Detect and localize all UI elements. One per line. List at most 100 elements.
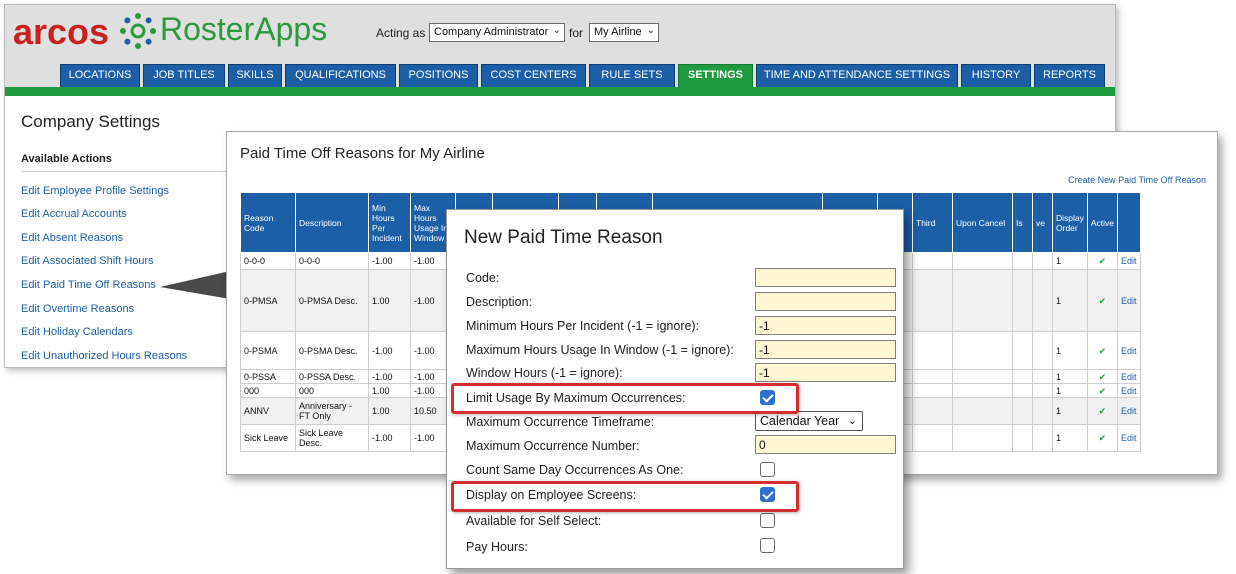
acting-as-label: Acting as (376, 26, 426, 40)
min-hours-cell: -1.00 (368, 252, 411, 270)
reason-code-cell: ANNV (240, 397, 296, 425)
active-check-icon: ✔ (1086, 331, 1119, 370)
gear-logo-icon (120, 13, 156, 49)
tab-history[interactable]: HISTORY (961, 64, 1031, 87)
reason-code-cell: 0-PMSA (240, 269, 296, 332)
reason-code-cell: Sick Leave (240, 424, 296, 452)
action-link-accrual-accounts[interactable]: Edit Accrual Accounts (21, 208, 127, 220)
table-cell (1032, 383, 1053, 398)
edit-link[interactable]: Edit (1117, 331, 1141, 370)
table-cell (1012, 269, 1033, 332)
column-header: Description (295, 192, 369, 253)
description-cell: 000 (295, 383, 369, 398)
active-check-icon: ✔ (1086, 383, 1119, 398)
column-header: Min Hours Per Incident (368, 192, 411, 253)
table-cell (912, 369, 953, 384)
timeframe-label: Maximum Occurrence Timeframe: (466, 415, 655, 429)
tab-rule-sets[interactable]: RULE SETS (589, 64, 675, 87)
display-order-cell: 1 (1052, 269, 1088, 332)
min-hours-cell: 1.00 (368, 397, 411, 425)
action-link-paid-time-off-reasons[interactable]: Edit Paid Time Off Reasons (21, 279, 156, 291)
tab-skills[interactable]: SKILLS (228, 64, 282, 87)
count-same-day-checkbox[interactable] (760, 462, 775, 477)
table-cell (952, 369, 1013, 384)
description-cell: 0-0-0 (295, 252, 369, 270)
reason-code-cell: 0-0-0 (240, 252, 296, 270)
column-header (1117, 192, 1141, 253)
self-select-label: Available for Self Select: (466, 514, 602, 528)
table-cell (1012, 369, 1033, 384)
edit-link[interactable]: Edit (1117, 369, 1141, 384)
min-hours-input[interactable] (755, 316, 896, 335)
table-cell (912, 424, 953, 452)
timeframe-select[interactable]: Calendar Year ⌄ (755, 411, 863, 431)
action-link-unauthorized-hours[interactable]: Edit Unauthorized Hours Reasons (21, 350, 187, 362)
table-cell (912, 331, 953, 370)
tab-job-titles[interactable]: JOB TITLES (143, 64, 225, 87)
tab-reports[interactable]: REPORTS (1034, 64, 1105, 87)
chevron-down-icon: ⌄ (552, 25, 561, 36)
table-cell (1012, 331, 1033, 370)
table-cell (912, 252, 953, 270)
pay-hours-checkbox[interactable] (760, 538, 775, 553)
description-input[interactable] (755, 292, 896, 311)
description-label: Description: (466, 295, 532, 309)
page-title: Company Settings (21, 112, 160, 131)
description-cell: Anniversary - FT Only (295, 397, 369, 425)
highlight-limit-usage (451, 383, 799, 414)
table-cell (952, 397, 1013, 425)
create-pto-reason-link[interactable]: Create New Paid Time Off Reason (1068, 175, 1206, 185)
action-link-overtime-reasons[interactable]: Edit Overtime Reasons (21, 303, 134, 315)
table-cell (952, 331, 1013, 370)
max-occurrence-number-input[interactable] (755, 435, 896, 454)
edit-link[interactable]: Edit (1117, 383, 1141, 398)
window-hours-input[interactable] (755, 363, 896, 382)
max-occurrence-number-label: Maximum Occurrence Number: (466, 439, 640, 453)
top-header: arcos RosterApps Acting as Company Admin… (5, 5, 1115, 96)
role-select-value: Company Administrator (434, 26, 549, 38)
action-link-employee-profile[interactable]: Edit Employee Profile Settings (21, 185, 169, 197)
table-cell (952, 424, 1013, 452)
display-order-cell: 1 (1052, 397, 1088, 425)
table-cell (1012, 397, 1033, 425)
active-check-icon: ✔ (1086, 424, 1119, 452)
code-input[interactable] (755, 268, 896, 287)
table-cell (1032, 252, 1053, 270)
table-cell (1032, 424, 1053, 452)
action-link-associated-shift-hours[interactable]: Edit Associated Shift Hours (21, 255, 154, 267)
reason-code-cell: 0-PSMA (240, 331, 296, 370)
column-header: Reason Code (240, 192, 296, 253)
active-check-icon: ✔ (1086, 252, 1119, 270)
role-select[interactable]: Company Administrator ⌄ (429, 23, 565, 42)
table-cell (1032, 369, 1053, 384)
max-hours-window-input[interactable] (755, 340, 896, 359)
action-link-absent-reasons[interactable]: Edit Absent Reasons (21, 232, 123, 244)
tab-settings[interactable]: SETTINGS (678, 64, 753, 87)
edit-link[interactable]: Edit (1117, 397, 1141, 425)
tab-cost-centers[interactable]: COST CENTERS (481, 64, 586, 87)
tab-time-and-attendance-settings[interactable]: TIME AND ATTENDANCE SETTINGS (756, 64, 958, 87)
edit-link[interactable]: Edit (1117, 424, 1141, 452)
column-header: Upon Cancel (952, 192, 1013, 253)
display-order-cell: 1 (1052, 383, 1088, 398)
action-link-holiday-calendars[interactable]: Edit Holiday Calendars (21, 326, 133, 338)
column-header: Is (1012, 192, 1033, 253)
self-select-checkbox[interactable] (760, 513, 775, 528)
edit-link[interactable]: Edit (1117, 269, 1141, 332)
column-header: Active (1086, 192, 1119, 253)
window-hours-label: Window Hours (-1 = ignore): (466, 366, 623, 380)
display-order-cell: 1 (1052, 369, 1088, 384)
tab-positions[interactable]: POSITIONS (399, 64, 478, 87)
divider (21, 171, 226, 172)
min-hours-cell: 1.00 (368, 383, 411, 398)
tab-locations[interactable]: LOCATIONS (60, 64, 140, 87)
airline-select[interactable]: My Airline ⌄ (589, 23, 659, 42)
tab-underline-bar (5, 87, 1115, 96)
highlight-display-employee (451, 481, 799, 512)
tab-qualifications[interactable]: QUALIFICATIONS (285, 64, 396, 87)
active-check-icon: ✔ (1086, 269, 1119, 332)
modal-title: New Paid Time Reason (464, 227, 663, 248)
edit-link[interactable]: Edit (1117, 252, 1141, 270)
display-order-cell: 1 (1052, 424, 1088, 452)
min-hours-cell: 1.00 (368, 269, 411, 332)
